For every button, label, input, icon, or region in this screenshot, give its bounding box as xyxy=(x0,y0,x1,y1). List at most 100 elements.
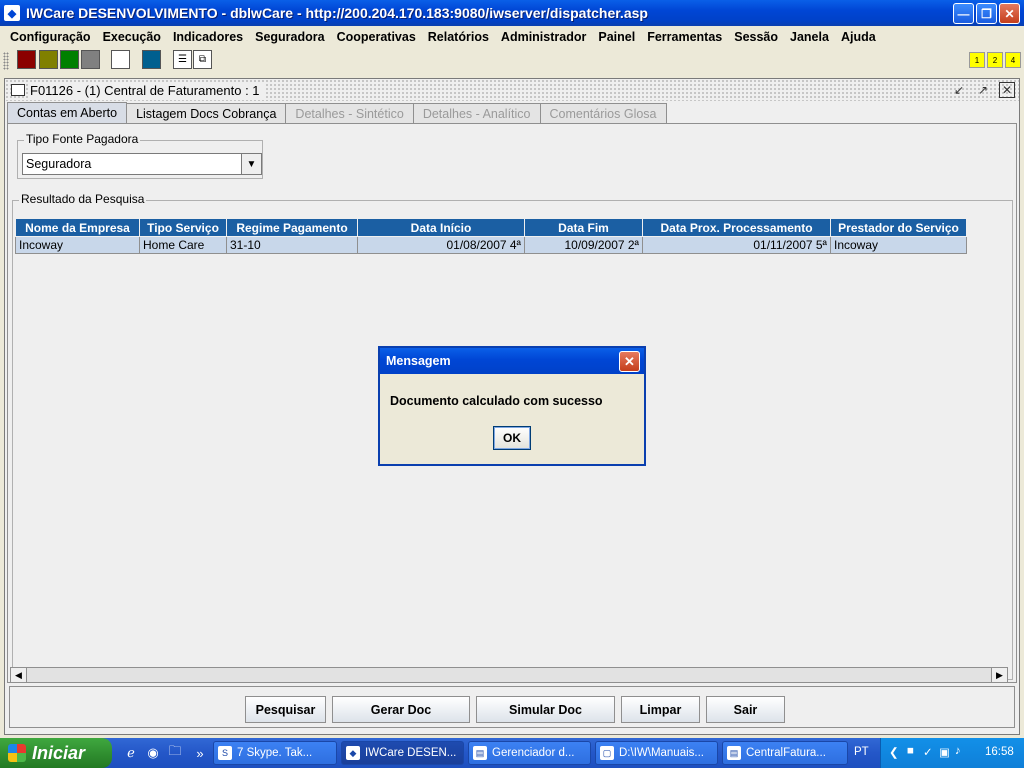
action-button-bar: Pesquisar Gerar Doc Simular Doc Limpar S… xyxy=(9,686,1015,728)
frame-minimize-icon[interactable]: ↙ xyxy=(951,82,967,98)
dialog-title: Mensagem xyxy=(386,354,451,368)
column-header[interactable]: Data Início xyxy=(357,218,525,237)
message-dialog: Mensagem ✕ Documento calculado com suces… xyxy=(378,346,646,466)
column-header[interactable]: Data Fim xyxy=(524,218,643,237)
table-cell: 31-10 xyxy=(226,236,358,254)
tab-strip: Contas em Aberto Listagem Docs Cobrança … xyxy=(7,102,667,123)
tab-detalhes-sintetico[interactable]: Detalhes - Sintético xyxy=(285,103,414,123)
scroll-left-icon[interactable]: ◀ xyxy=(11,668,26,682)
table-cell: Incoway xyxy=(15,236,140,254)
table-header-row: Nome da Empresa Tipo Serviço Regime Paga… xyxy=(15,218,967,237)
quicklaunch-more-icon[interactable]: » xyxy=(191,744,209,762)
start-label: Iniciar xyxy=(32,742,86,763)
task-manager-icon: ▤ xyxy=(473,746,487,760)
frame-title-bar[interactable]: F01126 - (1) Central de Faturamento : 1 … xyxy=(5,79,1019,101)
frame-window-icon xyxy=(11,84,25,96)
column-header[interactable]: Regime Pagamento xyxy=(226,218,358,237)
color-swatch-button[interactable] xyxy=(39,50,58,69)
frame-close-icon[interactable]: ✕ xyxy=(999,82,1015,98)
folder-icon: ▢ xyxy=(600,746,614,760)
horizontal-scrollbar[interactable]: ◀ ▶ xyxy=(10,667,1008,683)
ok-button[interactable]: OK xyxy=(493,426,531,450)
tray-expand-icon[interactable]: ❮ xyxy=(889,745,899,759)
color-swatch-button[interactable] xyxy=(142,50,161,69)
restore-button[interactable]: ❐ xyxy=(976,3,997,24)
scroll-right-icon[interactable]: ▶ xyxy=(992,668,1007,682)
pesquisar-button[interactable]: Pesquisar xyxy=(245,696,326,723)
workspace-1-button[interactable]: 1 xyxy=(969,52,985,68)
clock[interactable]: 16:58 xyxy=(985,746,1014,758)
menu-indicadores[interactable]: Indicadores xyxy=(167,30,249,44)
internet-explorer-icon[interactable]: ℯ xyxy=(122,744,140,762)
task-gerenciador[interactable]: ▤ Gerenciador d... xyxy=(468,741,591,765)
tray-network-icon[interactable]: ■ xyxy=(907,745,914,757)
color-swatch-button[interactable] xyxy=(81,50,100,69)
column-header[interactable]: Data Prox. Processamento xyxy=(642,218,831,237)
table-cell: Home Care xyxy=(139,236,227,254)
dialog-close-icon[interactable]: ✕ xyxy=(619,351,640,372)
table-cell: 10/09/2007 2ª xyxy=(524,236,643,254)
group-legend: Resultado da Pesquisa xyxy=(19,192,147,206)
tab-listagem-docs-cobranca[interactable]: Listagem Docs Cobrança xyxy=(126,103,287,123)
menu-cooperativas[interactable]: Cooperativas xyxy=(331,30,422,44)
language-indicator[interactable]: PT xyxy=(854,746,869,758)
skype-icon: S xyxy=(218,746,232,760)
menu-seguradora[interactable]: Seguradora xyxy=(249,30,330,44)
menu-painel[interactable]: Painel xyxy=(592,30,641,44)
table-cell: 01/11/2007 5ª xyxy=(642,236,831,254)
chevron-down-icon[interactable]: ▼ xyxy=(241,154,261,174)
tray-display-icon[interactable]: ▣ xyxy=(939,745,950,759)
tray-status-icon[interactable]: ✓ xyxy=(923,745,933,759)
menu-execucao[interactable]: Execução xyxy=(97,30,167,44)
color-swatch-button[interactable] xyxy=(111,50,130,69)
folder-icon[interactable]: 🗀 xyxy=(166,743,184,762)
sair-button[interactable]: Sair xyxy=(706,696,785,723)
taskbar: Iniciar ℯ ◉ 🗀 » S 7 Skype. Tak... ◆ IWCa… xyxy=(0,738,1024,768)
table-row[interactable]: Incoway Home Care 31-10 01/08/2007 4ª 10… xyxy=(15,236,967,254)
task-iwcare[interactable]: ◆ IWCare DESEN... xyxy=(341,741,464,765)
tab-detalhes-analitico[interactable]: Detalhes - Analítico xyxy=(412,103,541,123)
tree-view-icon[interactable]: ☰ xyxy=(173,50,192,69)
minimize-button[interactable]: — xyxy=(953,3,974,24)
task-centralfatura[interactable]: ▤ CentralFatura... xyxy=(722,741,848,765)
limpar-button[interactable]: Limpar xyxy=(621,696,700,723)
scrollbar-thumb[interactable] xyxy=(26,668,992,682)
results-table: Nome da Empresa Tipo Serviço Regime Paga… xyxy=(15,218,967,254)
browser-icon[interactable]: ◉ xyxy=(144,744,162,762)
dialog-message: Documento calculado com sucesso xyxy=(390,394,603,408)
menu-bar: Configuração Execução Indicadores Segura… xyxy=(0,26,1024,48)
menu-configuracao[interactable]: Configuração xyxy=(4,30,97,44)
tray-volume-icon[interactable]: ♪ xyxy=(955,745,961,757)
color-swatch-button[interactable] xyxy=(17,50,36,69)
menu-sessao[interactable]: Sessão xyxy=(728,30,784,44)
workspace-2-button[interactable]: 2 xyxy=(987,52,1003,68)
window-title: IWCare DESENVOLVIMENTO - dblwCare - http… xyxy=(26,5,648,21)
simular-doc-button[interactable]: Simular Doc xyxy=(476,696,615,723)
document-icon: ▤ xyxy=(727,746,741,760)
workspace-4-button[interactable]: 4 xyxy=(1005,52,1021,68)
tipo-fonte-pagadora-select[interactable]: Seguradora ▼ xyxy=(22,153,262,175)
menu-ferramentas[interactable]: Ferramentas xyxy=(641,30,728,44)
task-skype[interactable]: S 7 Skype. Tak... xyxy=(213,741,337,765)
close-button[interactable]: ✕ xyxy=(999,3,1020,24)
task-label: CentralFatura... xyxy=(746,747,826,759)
task-explorer-folder[interactable]: ▢ D:\IW\Manuais... xyxy=(595,741,718,765)
menu-administrador[interactable]: Administrador xyxy=(495,30,592,44)
tab-contas-em-aberto[interactable]: Contas em Aberto xyxy=(7,102,128,123)
dialog-title-bar[interactable]: Mensagem xyxy=(380,348,644,374)
toolbar-grip-icon[interactable] xyxy=(3,52,9,70)
frame-maximize-icon[interactable]: ↗ xyxy=(975,82,991,98)
start-button[interactable]: Iniciar xyxy=(0,738,112,768)
column-header[interactable]: Tipo Serviço xyxy=(139,218,227,237)
tab-comentarios-glosa[interactable]: Comentários Glosa xyxy=(539,103,667,123)
task-label: D:\IW\Manuais... xyxy=(619,747,704,759)
column-header[interactable]: Nome da Empresa xyxy=(15,218,140,237)
gerar-doc-button[interactable]: Gerar Doc xyxy=(332,696,470,723)
menu-janela[interactable]: Janela xyxy=(784,30,835,44)
color-swatch-button[interactable] xyxy=(60,50,79,69)
menu-ajuda[interactable]: Ajuda xyxy=(835,30,882,44)
window-title-bar[interactable]: ◆ IWCare DESENVOLVIMENTO - dblwCare - ht… xyxy=(0,0,1024,26)
column-header[interactable]: Prestador do Serviço xyxy=(830,218,967,237)
menu-relatorios[interactable]: Relatórios xyxy=(422,30,495,44)
cascade-windows-icon[interactable]: ⧉ xyxy=(193,50,212,69)
